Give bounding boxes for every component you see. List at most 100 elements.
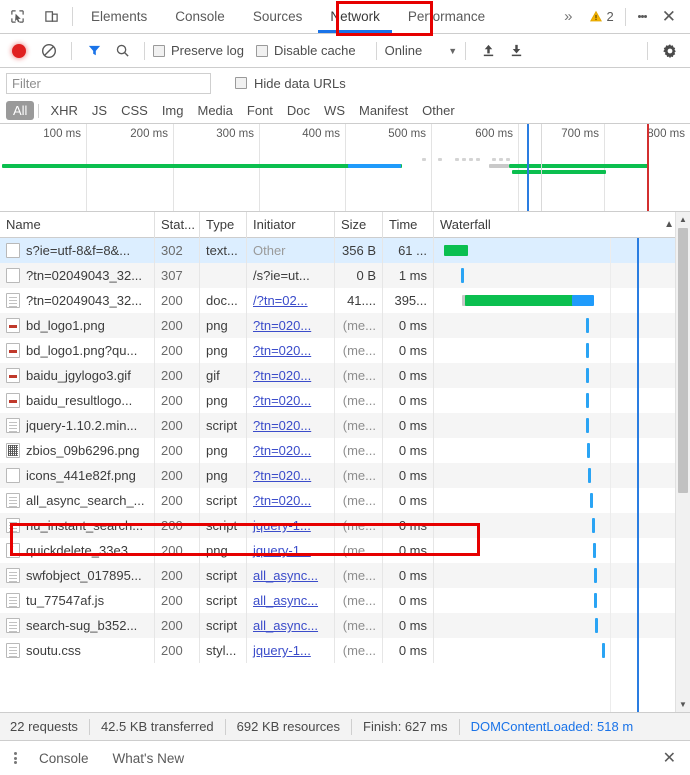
device-toolbar-icon[interactable] [34, 0, 68, 33]
type-filter-manifest[interactable]: Manifest [352, 101, 415, 120]
initiator-link[interactable]: ?tn=020... [253, 343, 311, 358]
tab-sources[interactable]: Sources [239, 0, 317, 33]
request-name-cell[interactable]: ?tn=02049043_32... [0, 288, 155, 313]
initiator-link[interactable]: jquery-1... [253, 643, 311, 658]
type-filter-font[interactable]: Font [240, 101, 280, 120]
initiator-link[interactable]: jquery-1... [253, 518, 311, 533]
devtools-menu-icon[interactable] [629, 13, 656, 19]
scrollbar-thumb[interactable] [678, 228, 688, 493]
table-row[interactable]: nu_instant_search...200scriptjquery-1...… [0, 513, 690, 538]
table-row[interactable]: quickdelete_33e3...200pngjquery-1...(me.… [0, 538, 690, 563]
hide-data-urls-checkbox[interactable]: Hide data URLs [235, 76, 346, 91]
request-name-cell[interactable]: jquery-1.10.2.min... [0, 413, 155, 438]
disable-cache-box[interactable] [256, 45, 268, 57]
request-name-cell[interactable]: search-sug_b352... [0, 613, 155, 638]
initiator-link[interactable]: ?tn=020... [253, 418, 311, 433]
drawer-close-icon[interactable]: ✕ [655, 748, 684, 768]
request-name-cell[interactable]: bd_logo1.png?qu... [0, 338, 155, 363]
table-row[interactable]: zbios_09b6296.png200png?tn=020...(me...0… [0, 438, 690, 463]
initiator-link[interactable]: ?tn=020... [253, 368, 311, 383]
inspect-cursor-icon[interactable] [0, 0, 34, 33]
column-header-size[interactable]: Size [335, 212, 383, 238]
request-initiator-cell[interactable]: ?tn=020... [247, 413, 335, 438]
gear-icon[interactable] [656, 38, 684, 64]
table-row[interactable]: ?tn=02049043_32...200doc.../?tn=02...41.… [0, 288, 690, 313]
table-row[interactable]: tu_77547af.js200scriptall_async...(me...… [0, 588, 690, 613]
request-initiator-cell[interactable]: jquery-1... [247, 513, 335, 538]
tab-elements[interactable]: Elements [77, 0, 161, 33]
request-name-cell[interactable]: soutu.css [0, 638, 155, 663]
request-initiator-cell[interactable]: ?tn=020... [247, 488, 335, 513]
import-har-icon[interactable] [474, 38, 502, 64]
table-row[interactable]: ?tn=02049043_32...307/s?ie=ut...0 B1 ms [0, 263, 690, 288]
table-row[interactable]: search-sug_b352...200scriptall_async...(… [0, 613, 690, 638]
filter-icon[interactable] [80, 38, 108, 64]
table-row[interactable]: bd_logo1.png?qu...200png?tn=020...(me...… [0, 338, 690, 363]
request-initiator-cell[interactable]: all_async... [247, 588, 335, 613]
request-initiator-cell[interactable]: all_async... [247, 613, 335, 638]
record-button-icon[interactable] [12, 44, 26, 58]
request-initiator-cell[interactable]: jquery-1... [247, 638, 335, 663]
table-row[interactable]: baidu_jgylogo3.gif200gif?tn=020...(me...… [0, 363, 690, 388]
type-filter-media[interactable]: Media [190, 101, 239, 120]
request-name-cell[interactable]: all_async_search_... [0, 488, 155, 513]
request-name-cell[interactable]: baidu_jgylogo3.gif [0, 363, 155, 388]
filter-input[interactable] [6, 73, 211, 94]
request-initiator-cell[interactable]: ?tn=020... [247, 463, 335, 488]
scroll-up-icon[interactable]: ▲ [676, 212, 690, 227]
tab-console[interactable]: Console [161, 0, 239, 33]
request-name-cell[interactable]: icons_441e82f.png [0, 463, 155, 488]
type-filter-doc[interactable]: Doc [280, 101, 317, 120]
column-header-type[interactable]: Type [200, 212, 247, 238]
request-name-cell[interactable]: bd_logo1.png [0, 313, 155, 338]
request-initiator-cell[interactable]: ?tn=020... [247, 438, 335, 463]
search-icon[interactable] [108, 38, 136, 64]
request-initiator-cell[interactable]: /s?ie=ut... [247, 263, 335, 288]
initiator-link[interactable]: all_async... [253, 618, 318, 633]
table-body[interactable]: s?ie=utf-8&f=8&...302text...Other356 B61… [0, 238, 690, 712]
request-name-cell[interactable]: nu_instant_search... [0, 513, 155, 538]
initiator-link[interactable]: ?tn=020... [253, 318, 311, 333]
preserve-log-checkbox[interactable]: Preserve log [153, 43, 244, 58]
table-row[interactable]: all_async_search_...200script?tn=020...(… [0, 488, 690, 513]
request-initiator-cell[interactable]: all_async... [247, 563, 335, 588]
table-row[interactable]: baidu_resultlogo...200png?tn=020...(me..… [0, 388, 690, 413]
drawer-menu-icon[interactable] [6, 750, 27, 766]
table-row[interactable]: s?ie=utf-8&f=8&...302text...Other356 B61… [0, 238, 690, 263]
request-initiator-cell[interactable]: ?tn=020... [247, 338, 335, 363]
table-row[interactable]: swfobject_017895...200scriptall_async...… [0, 563, 690, 588]
table-row[interactable]: jquery-1.10.2.min...200script?tn=020...(… [0, 413, 690, 438]
hide-data-urls-box[interactable] [235, 77, 247, 89]
request-name-cell[interactable]: ?tn=02049043_32... [0, 263, 155, 288]
tab-performance[interactable]: Performance [394, 0, 499, 33]
request-name-cell[interactable]: zbios_09b6296.png [0, 438, 155, 463]
request-name-cell[interactable]: baidu_resultlogo... [0, 388, 155, 413]
table-row[interactable]: bd_logo1.png200png?tn=020...(me...0 ms [0, 313, 690, 338]
initiator-link[interactable]: /?tn=02... [253, 293, 308, 308]
export-har-icon[interactable] [502, 38, 530, 64]
request-initiator-cell[interactable]: jquery-1... [247, 538, 335, 563]
drawer-tab-whats-new[interactable]: What's New [101, 751, 197, 766]
request-name-cell[interactable]: quickdelete_33e3... [0, 538, 155, 563]
initiator-link[interactable]: ?tn=020... [253, 443, 311, 458]
disable-cache-checkbox[interactable]: Disable cache [256, 43, 356, 58]
initiator-link[interactable]: ?tn=020... [253, 468, 311, 483]
request-name-cell[interactable]: s?ie=utf-8&f=8&... [0, 238, 155, 263]
column-header-name[interactable]: Name [0, 212, 155, 238]
table-row[interactable]: icons_441e82f.png200png?tn=020...(me...0… [0, 463, 690, 488]
request-initiator-cell[interactable]: /?tn=02... [247, 288, 335, 313]
request-initiator-cell[interactable]: ?tn=020... [247, 313, 335, 338]
tab-network[interactable]: Network [316, 0, 394, 33]
close-devtools-icon[interactable]: ✕ [656, 8, 686, 25]
request-initiator-cell[interactable]: ?tn=020... [247, 363, 335, 388]
type-filter-img[interactable]: Img [155, 101, 191, 120]
type-filter-xhr[interactable]: XHR [43, 101, 84, 120]
initiator-link[interactable]: ?tn=020... [253, 393, 311, 408]
initiator-link[interactable]: jquery-1... [253, 543, 311, 558]
warning-badge[interactable]: 2 [581, 9, 622, 24]
column-header-initiator[interactable]: Initiator [247, 212, 335, 238]
request-initiator-cell[interactable]: ?tn=020... [247, 388, 335, 413]
clear-icon[interactable] [35, 38, 63, 64]
request-name-cell[interactable]: swfobject_017895... [0, 563, 155, 588]
initiator-link[interactable]: all_async... [253, 593, 318, 608]
